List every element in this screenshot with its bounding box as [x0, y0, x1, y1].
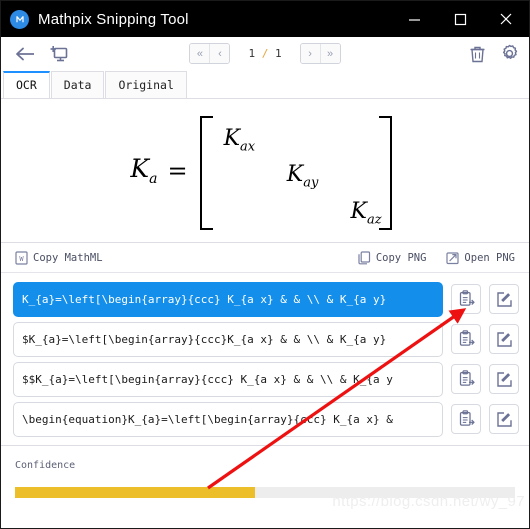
mathpix-snipping-tool-window: Mathpix Snipping Tool « ‹ 1 / 1 › » OCR … — [0, 0, 530, 529]
matrix-row-1: Kax — [210, 122, 382, 159]
matrix-cell-ax-symbol: K — [223, 125, 241, 151]
total-pages: 1 — [274, 47, 282, 60]
edit-square-icon[interactable] — [489, 364, 519, 394]
matrix-cell-az-symbol: K — [350, 198, 367, 224]
nav-group-next: › » — [299, 43, 341, 64]
formula-lhs-subscript: a — [149, 171, 158, 187]
copy-mathml-label: Copy MathML — [33, 251, 103, 264]
copy-pages-icon — [358, 250, 371, 265]
matrix-right-bracket — [378, 115, 392, 230]
open-png-label: Open PNG — [464, 251, 515, 264]
latex-result-text[interactable]: $K_{a}=\left[\begin{array}{ccc}K_{a x} &… — [13, 321, 443, 357]
confidence-bar-fill — [15, 487, 255, 498]
clipboard-copy-icon[interactable] — [451, 364, 481, 394]
copy-png-label: Copy PNG — [375, 251, 427, 264]
title-bar: Mathpix Snipping Tool — [1, 1, 529, 37]
export-right-actions: Copy PNG Open PNG — [358, 250, 515, 265]
edit-square-icon[interactable] — [489, 404, 519, 434]
next-page-button[interactable]: › — [300, 44, 320, 63]
formula-left-hand-side: Ka — [130, 154, 157, 187]
tab-bar: OCR Data Original — [1, 70, 529, 99]
matrix-row-3: Kaz — [210, 195, 382, 232]
edit-square-icon[interactable] — [489, 284, 519, 314]
confidence-label: Confidence — [15, 460, 76, 471]
matrix-cell-ax: Kax — [224, 126, 256, 154]
external-link-icon — [446, 251, 460, 265]
tab-original[interactable]: Original — [105, 71, 187, 98]
latex-result-text[interactable]: \begin{equation}K_{a}=\left[\begin{array… — [13, 401, 443, 437]
matrix-row-2: Kay — [210, 158, 382, 195]
result-row[interactable]: $K_{a}=\left[\begin{array}{ccc}K_{a x} &… — [1, 319, 529, 359]
back-arrow-icon[interactable] — [15, 46, 36, 62]
matrix-cell-ay: Kay — [287, 162, 319, 190]
mathpix-logo-icon — [10, 9, 29, 29]
toolbar-right-actions — [469, 44, 519, 63]
first-page-button[interactable]: « — [190, 44, 210, 63]
latex-result-text[interactable]: K_{a}=\left[\begin{array}{ccc} K_{a x} &… — [13, 281, 443, 317]
close-icon[interactable] — [483, 1, 529, 37]
tab-data[interactable]: Data — [50, 71, 105, 98]
formula-lhs-symbol: K — [130, 154, 150, 183]
current-page: 1 — [248, 47, 256, 60]
maximize-icon[interactable] — [437, 1, 483, 37]
tab-ocr[interactable]: OCR — [3, 71, 50, 98]
matrix-left-bracket — [199, 115, 213, 230]
window-title: Mathpix Snipping Tool — [38, 10, 189, 28]
matrix-cell-ay-subscript: ay — [303, 175, 319, 191]
formula-equals-sign: = — [167, 156, 188, 185]
edit-square-icon[interactable] — [489, 324, 519, 354]
matrix-cell-ay-symbol: K — [286, 162, 304, 188]
word-document-icon: W — [15, 250, 28, 265]
copy-mathml-button[interactable]: W Copy MathML — [15, 250, 103, 265]
svg-text:W: W — [19, 255, 24, 263]
nav-group-prev: « ‹ — [189, 43, 231, 64]
result-row[interactable]: K_{a}=\left[\begin{array}{ccc} K_{a x} &… — [1, 279, 529, 319]
copy-png-button[interactable]: Copy PNG — [358, 250, 427, 265]
confidence-section: Confidence — [1, 446, 529, 498]
export-action-bar: W Copy MathML Copy PNG Open PNG — [1, 243, 529, 273]
formula-preview-panel: Ka = Kax Kay Kaz — [1, 99, 529, 243]
matrix-cell-az: Kaz — [351, 199, 382, 227]
clipboard-copy-icon[interactable] — [451, 324, 481, 354]
page-navigation: « ‹ 1 / 1 › » — [1, 43, 529, 64]
page-separator: / — [261, 47, 269, 60]
formula-matrix: Kax Kay Kaz — [199, 115, 392, 230]
latex-result-text[interactable]: $$K_{a}=\left[\begin{array}{ccc} K_{a x}… — [13, 361, 443, 397]
result-row[interactable]: \begin{equation}K_{a}=\left[\begin{array… — [1, 399, 529, 439]
clipboard-copy-icon[interactable] — [451, 404, 481, 434]
gear-icon[interactable] — [500, 44, 519, 63]
main-toolbar: « ‹ 1 / 1 › » — [1, 37, 529, 70]
page-counter: 1 / 1 — [248, 47, 281, 60]
minimize-icon[interactable] — [391, 1, 437, 37]
open-png-button[interactable]: Open PNG — [446, 251, 515, 265]
last-page-button[interactable]: » — [319, 44, 340, 63]
latex-results-list: K_{a}=\left[\begin{array}{ccc} K_{a x} &… — [1, 273, 529, 439]
new-snip-icon[interactable] — [50, 45, 69, 63]
clipboard-copy-icon[interactable] — [451, 284, 481, 314]
rendered-formula: Ka = Kax Kay Kaz — [130, 115, 392, 230]
result-row[interactable]: $$K_{a}=\left[\begin{array}{ccc} K_{a x}… — [1, 359, 529, 399]
matrix-cell-ax-subscript: ax — [240, 138, 256, 154]
window-controls — [391, 1, 529, 37]
trash-icon[interactable] — [469, 45, 486, 63]
watermark-text: https://blog.csdn.net/wy_97 — [332, 493, 525, 510]
prev-page-button[interactable]: ‹ — [209, 44, 230, 63]
